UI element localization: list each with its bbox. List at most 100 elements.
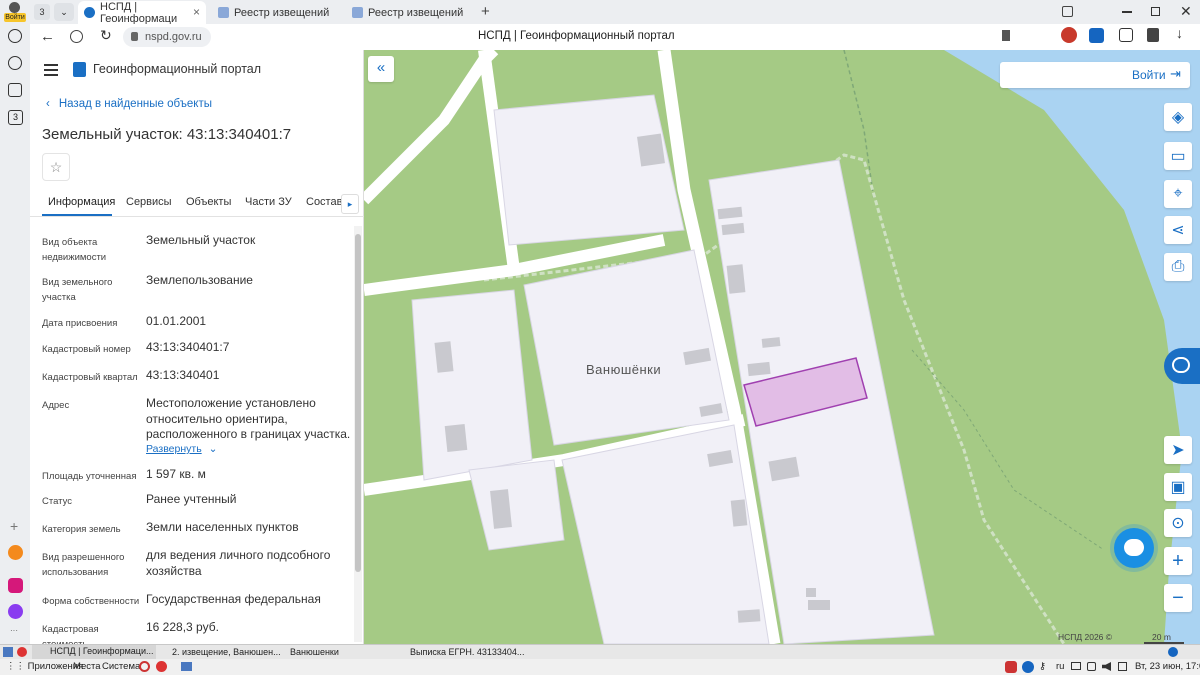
expand-link[interactable]: Развернуть ⌄ — [146, 443, 217, 455]
notifications-muted-icon[interactable] — [1087, 662, 1096, 671]
yandex-launcher-icon[interactable] — [156, 661, 167, 672]
profile-button[interactable]: Войти — [4, 1, 26, 23]
yandex-protect-icon[interactable] — [70, 30, 83, 43]
chat-icon — [1124, 539, 1144, 556]
mail-app-icon[interactable] — [8, 545, 23, 560]
collapse-panel-button[interactable]: « — [368, 56, 394, 82]
more-icon[interactable]: ··· — [10, 626, 18, 635]
search-location-button[interactable]: ⊙ — [1164, 509, 1192, 537]
zoom-out-button[interactable]: − — [1164, 584, 1192, 612]
clock[interactable]: Вт, 23 июн, 17:00 — [1135, 661, 1200, 672]
favorite-button[interactable]: ☆ — [42, 153, 70, 181]
taskbar-item-label: 2. извещение, Ванюшен... — [172, 647, 281, 657]
print-button[interactable]: ⎙ — [1164, 253, 1192, 281]
select-area-button[interactable]: ⌖ — [1164, 180, 1192, 208]
tab-information[interactable]: Информация — [48, 196, 115, 208]
chat-button[interactable] — [1114, 528, 1154, 568]
reload-icon[interactable]: ↻ — [100, 27, 112, 44]
field-value: 16 228,3 руб. — [146, 622, 219, 634]
back-arrow-icon[interactable]: ← — [40, 28, 55, 45]
panel-scrollbar[interactable] — [354, 226, 362, 642]
close-icon[interactable]: × — [193, 5, 200, 19]
expand-link-label: Развернуть — [146, 443, 202, 455]
login-button[interactable]: Войти ⇥ — [1000, 62, 1190, 88]
layers-button[interactable]: ◈ — [1164, 103, 1192, 131]
back-link[interactable]: ‹ Назад в найденные объекты — [46, 98, 212, 110]
tab-services[interactable]: Сервисы — [126, 196, 172, 208]
share-button[interactable]: ⋖ — [1164, 216, 1192, 244]
address-bar-row: ← ↻ nspd.gov.ru НСПД | Геоинформационный… — [30, 24, 1200, 50]
building — [761, 337, 781, 348]
close-window-button[interactable]: ✕ — [1180, 3, 1192, 20]
map-view[interactable]: Ванюшёнки « Войти ⇥ НСПД 2026 © 20 m — [364, 50, 1200, 644]
key-icon[interactable]: ⚷ — [1039, 661, 1046, 672]
app-launcher-icon[interactable] — [139, 661, 150, 672]
building — [637, 133, 665, 167]
building — [434, 341, 454, 373]
play-icon[interactable] — [8, 56, 22, 70]
tab-registry-1[interactable]: Реестр извещений — [212, 1, 340, 24]
translate-icon[interactable] — [1119, 28, 1133, 42]
volume-icon[interactable] — [1102, 662, 1111, 671]
land-block — [523, 249, 730, 446]
tab-nspd[interactable]: НСПД | Геоинформаци × — [78, 1, 206, 25]
basemap-button[interactable]: ▣ — [1164, 473, 1192, 501]
locate-button[interactable]: ➤ — [1164, 436, 1192, 464]
network-icon[interactable] — [1118, 662, 1127, 671]
places-menu[interactable]: Места — [73, 661, 101, 672]
map-canvas[interactable] — [364, 50, 1200, 644]
maximize-button[interactable] — [1151, 7, 1160, 16]
screenshot-icon[interactable] — [8, 83, 22, 97]
taskbar-item-browser[interactable]: НСПД | Геоинформаци... — [32, 645, 156, 659]
tabs-dropdown-button[interactable]: ⌄ — [54, 3, 74, 21]
yandex-icon[interactable] — [1089, 28, 1104, 43]
yandex-tray-icon[interactable] — [1168, 647, 1178, 657]
monitor-icon[interactable] — [1071, 662, 1081, 670]
object-title: Земельный участок: 43:13:340401:7 — [42, 126, 292, 143]
system-menu[interactable]: Система — [102, 661, 140, 672]
apps-menu[interactable]: ⋮⋮ Приложения — [6, 661, 83, 672]
field-value: 01.01.2001 — [146, 314, 207, 328]
scrollbar-thumb[interactable] — [355, 234, 361, 572]
nspd-favicon-icon — [84, 7, 95, 18]
history-icon[interactable] — [8, 29, 22, 43]
tab-objects[interactable]: Объекты — [186, 196, 231, 208]
building — [444, 424, 468, 452]
tab-composition[interactable]: Состав — [306, 196, 342, 208]
emblem-favicon-icon — [218, 7, 229, 18]
market-app-icon[interactable] — [8, 578, 23, 593]
tray-app-icon[interactable] — [1005, 661, 1017, 673]
tab-counter-icon[interactable]: 3 — [8, 110, 23, 125]
field-value: 43:13:340401 — [146, 368, 220, 382]
measure-button[interactable]: ▭ — [1164, 142, 1192, 170]
support-widget-button[interactable] — [1164, 348, 1200, 384]
taskbar-item-document[interactable]: 2. извещение, Ванюшен... — [172, 647, 281, 657]
zoom-in-button[interactable]: + — [1164, 547, 1192, 575]
minimize-button[interactable] — [1122, 11, 1132, 13]
bookmark-icon[interactable] — [1002, 30, 1010, 41]
star-icon: ☆ — [49, 159, 63, 175]
tab-count-button[interactable]: 3 — [34, 4, 50, 20]
files-launcher-icon[interactable] — [181, 662, 192, 671]
hamburger-menu-icon[interactable] — [44, 64, 58, 76]
url-pill[interactable]: nspd.gov.ru — [123, 27, 211, 47]
pdf-icon[interactable] — [1147, 28, 1159, 42]
collections-icon[interactable] — [1062, 6, 1073, 17]
extension-icon[interactable] — [1061, 27, 1077, 43]
taskbar: НСПД | Геоинформаци... 2. извещение, Ван… — [0, 644, 1200, 659]
tab-registry-2[interactable]: Реестр извещений — [346, 1, 474, 24]
add-panel-icon[interactable]: + — [10, 518, 18, 534]
download-icon[interactable]: ↓ — [1176, 25, 1183, 41]
tabs-scroll-right-button[interactable]: ▸ — [341, 194, 359, 214]
tab-parts[interactable]: Части ЗУ — [245, 196, 292, 208]
taskbar-item-folder[interactable]: Ванюшенки — [290, 647, 339, 657]
tray-yandex-icon[interactable] — [1022, 661, 1034, 673]
land-block — [411, 289, 533, 481]
alice-app-icon[interactable] — [8, 604, 23, 619]
taskbar-item-label: Ванюшенки — [290, 647, 339, 657]
new-tab-button[interactable]: + — [481, 3, 490, 20]
select-icon: ⌖ — [1173, 185, 1183, 202]
language-indicator[interactable]: ru — [1056, 661, 1064, 672]
taskbar-item-pdf[interactable]: Выписка ЕГРН. 43133404... — [410, 647, 524, 657]
show-desktop-icon[interactable] — [3, 647, 13, 657]
